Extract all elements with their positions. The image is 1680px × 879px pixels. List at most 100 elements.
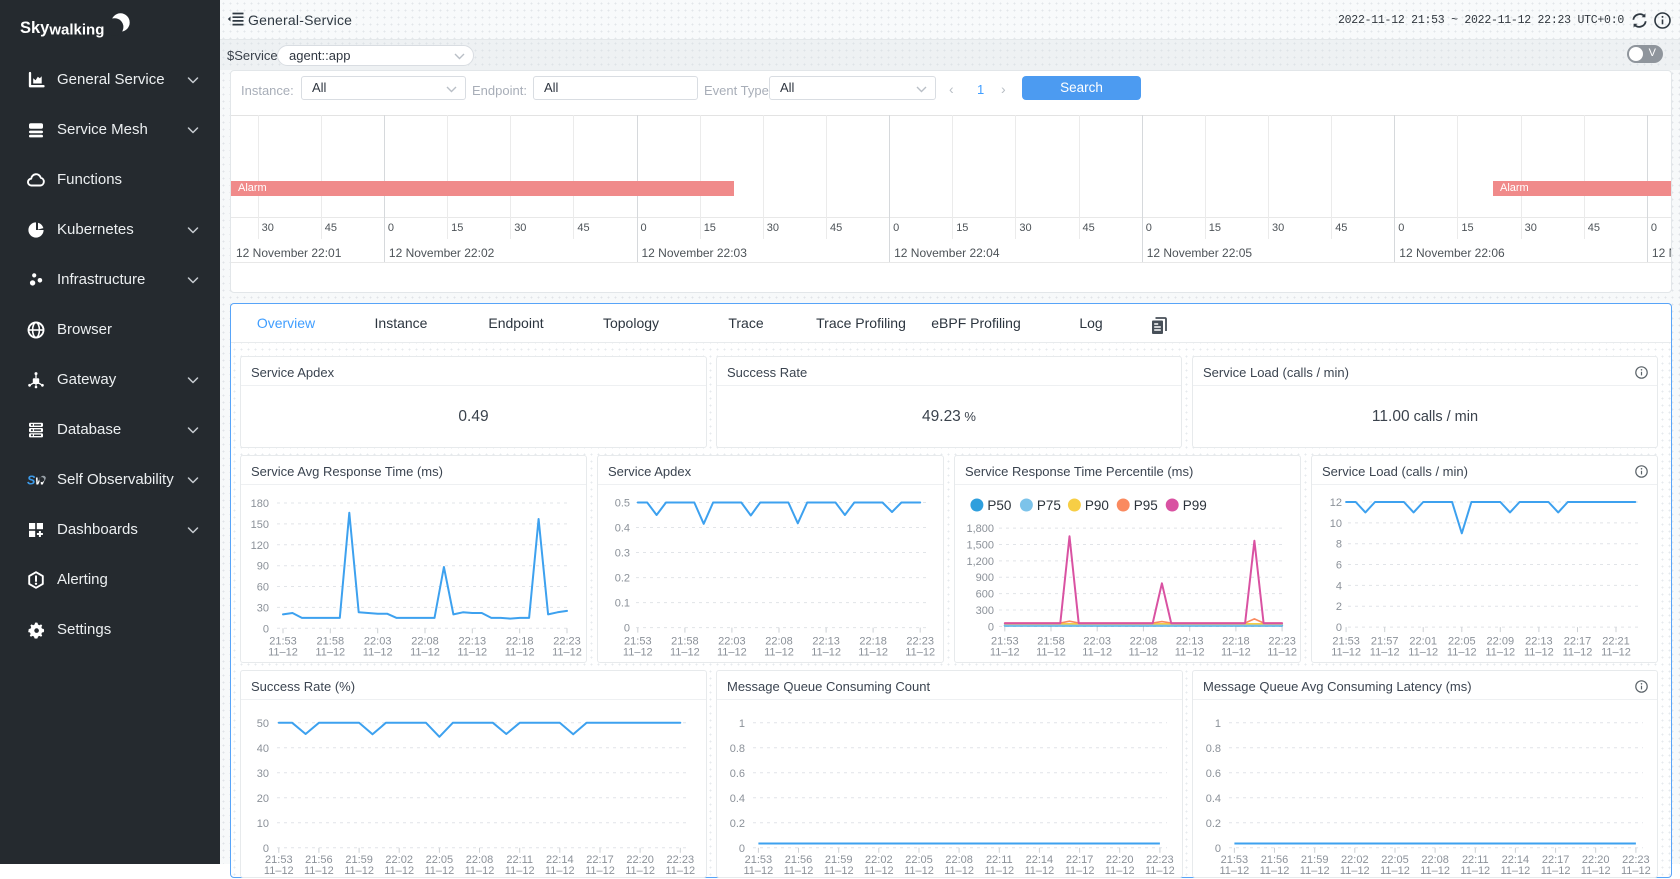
svg-text:8: 8: [1336, 539, 1342, 551]
svg-text:11–12: 11–12: [1541, 865, 1571, 877]
svg-text:11–12: 11–12: [1175, 647, 1205, 659]
svg-text:11–12: 11–12: [1267, 647, 1297, 659]
svg-text:11–12: 11–12: [1220, 865, 1250, 877]
svg-text:0.8: 0.8: [730, 743, 745, 755]
svg-text:11–12: 11–12: [905, 647, 935, 659]
svg-text:11–12: 11–12: [625, 865, 655, 877]
svg-text:11–12: 11–12: [864, 865, 894, 877]
svg-text:11–12: 11–12: [944, 865, 974, 877]
svg-text:0.1: 0.1: [615, 598, 630, 610]
svg-text:40: 40: [257, 743, 269, 755]
svg-text:50: 50: [257, 718, 269, 730]
svg-text:0.4: 0.4: [615, 523, 630, 535]
svg-text:11–12: 11–12: [1370, 647, 1400, 659]
svg-text:11–12: 11–12: [545, 865, 575, 877]
svg-text:11–12: 11–12: [811, 647, 841, 659]
svg-text:11–12: 11–12: [1260, 865, 1290, 877]
svg-text:11–12: 11–12: [1331, 647, 1361, 659]
svg-text:0.6: 0.6: [1206, 768, 1221, 780]
svg-text:11–12: 11–12: [1025, 865, 1055, 877]
svg-text:11–12: 11–12: [1145, 865, 1175, 877]
svg-text:900: 900: [976, 572, 994, 584]
svg-text:0.5: 0.5: [615, 498, 630, 510]
svg-text:11–12: 11–12: [1300, 865, 1330, 877]
svg-text:0: 0: [739, 843, 745, 855]
svg-text:11–12: 11–12: [384, 865, 414, 877]
svg-text:11–12: 11–12: [1524, 647, 1554, 659]
svg-text:11–12: 11–12: [344, 865, 374, 877]
svg-text:0.3: 0.3: [615, 548, 630, 560]
svg-text:0.4: 0.4: [730, 793, 745, 805]
svg-text:11–12: 11–12: [457, 647, 487, 659]
svg-text:11–12: 11–12: [1581, 865, 1611, 877]
svg-text:6: 6: [1336, 560, 1342, 572]
svg-text:180: 180: [251, 498, 269, 510]
svg-text:0.2: 0.2: [730, 818, 745, 830]
svg-text:600: 600: [976, 589, 994, 601]
svg-text:150: 150: [251, 519, 269, 531]
svg-text:11–12: 11–12: [1501, 865, 1531, 877]
svg-text:10: 10: [257, 818, 269, 830]
svg-text:1,500: 1,500: [966, 540, 994, 552]
svg-text:0.8: 0.8: [1206, 743, 1221, 755]
svg-text:11–12: 11–12: [824, 865, 854, 877]
svg-text:11–12: 11–12: [858, 647, 888, 659]
svg-text:0.4: 0.4: [1206, 793, 1221, 805]
svg-text:11–12: 11–12: [1380, 865, 1410, 877]
svg-text:11–12: 11–12: [264, 865, 294, 877]
svg-text:11–12: 11–12: [1447, 647, 1477, 659]
svg-text:11–12: 11–12: [465, 865, 495, 877]
svg-text:11–12: 11–12: [1460, 865, 1490, 877]
svg-text:11–12: 11–12: [1036, 647, 1066, 659]
svg-text:60: 60: [257, 582, 269, 594]
svg-text:11–12: 11–12: [984, 865, 1014, 877]
svg-text:30: 30: [257, 768, 269, 780]
svg-text:1: 1: [1215, 718, 1221, 730]
svg-text:0: 0: [1215, 843, 1221, 855]
svg-text:20: 20: [257, 793, 269, 805]
svg-text:11–12: 11–12: [904, 865, 934, 877]
svg-text:Skywalking: Skywalking: [20, 19, 104, 39]
svg-text:11–12: 11–12: [1601, 647, 1631, 659]
svg-text:P99: P99: [1183, 498, 1207, 513]
svg-text:11–12: 11–12: [304, 865, 334, 877]
svg-text:10: 10: [1330, 518, 1342, 530]
svg-text:11–12: 11–12: [1563, 647, 1593, 659]
svg-text:11–12: 11–12: [784, 865, 814, 877]
svg-text:11–12: 11–12: [1065, 865, 1095, 877]
svg-text:0: 0: [263, 623, 269, 635]
svg-text:11–12: 11–12: [1082, 647, 1112, 659]
svg-text:11–12: 11–12: [1105, 865, 1135, 877]
svg-text:11–12: 11–12: [425, 865, 455, 877]
svg-text:1: 1: [739, 718, 745, 730]
svg-text:0.2: 0.2: [1206, 818, 1221, 830]
svg-text:2: 2: [1336, 601, 1342, 613]
svg-text:11–12: 11–12: [1485, 647, 1515, 659]
svg-text:4: 4: [1336, 580, 1342, 592]
svg-text:P90: P90: [1085, 498, 1109, 513]
svg-text:P50: P50: [987, 498, 1011, 513]
svg-text:11–12: 11–12: [315, 647, 345, 659]
svg-text:120: 120: [251, 540, 269, 552]
svg-text:11–12: 11–12: [623, 647, 653, 659]
svg-text:0: 0: [624, 623, 630, 635]
svg-text:11–12: 11–12: [1420, 865, 1450, 877]
svg-text:11–12: 11–12: [990, 647, 1020, 659]
svg-text:1,200: 1,200: [966, 556, 994, 568]
svg-text:11–12: 11–12: [1221, 647, 1251, 659]
svg-text:300: 300: [976, 605, 994, 617]
svg-text:11–12: 11–12: [764, 647, 794, 659]
svg-text:11–12: 11–12: [1408, 647, 1438, 659]
svg-text:90: 90: [257, 561, 269, 573]
svg-text:11–12: 11–12: [1340, 865, 1370, 877]
svg-text:11–12: 11–12: [1621, 865, 1651, 877]
svg-text:11–12: 11–12: [744, 865, 774, 877]
svg-text:0.2: 0.2: [615, 573, 630, 585]
svg-text:11–12: 11–12: [505, 647, 535, 659]
svg-text:11–12: 11–12: [410, 647, 440, 659]
svg-text:11–12: 11–12: [1129, 647, 1159, 659]
svg-text:11–12: 11–12: [717, 647, 747, 659]
svg-text:11–12: 11–12: [670, 647, 700, 659]
svg-text:0: 0: [263, 843, 269, 855]
svg-text:0: 0: [988, 621, 994, 633]
